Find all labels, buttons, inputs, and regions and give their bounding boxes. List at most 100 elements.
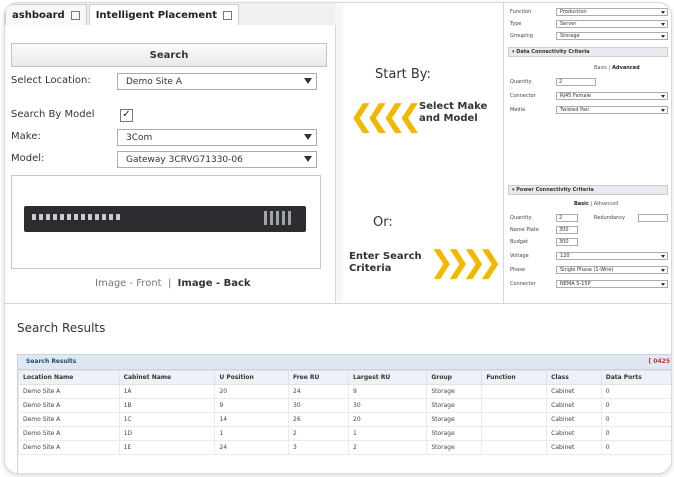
model-select[interactable]: Gateway 3CRVG71330-06 [117, 151, 317, 168]
enter-criteria-line1: Enter Search [349, 251, 422, 262]
model-label: Model: [11, 153, 45, 164]
results-grid: Search Results [ 0425 Location Name Cabi… [17, 354, 671, 473]
table-cell: 0 [600, 426, 671, 441]
table-cell: Storage [426, 426, 483, 441]
data-quantity-input[interactable]: 2 [556, 78, 596, 86]
column-header[interactable]: Free RU [288, 370, 349, 385]
column-header[interactable]: Data Ports [600, 370, 671, 385]
power-basic-link[interactable]: Basic [574, 201, 589, 207]
image-separator: | [167, 278, 172, 289]
table-cell: 0 [600, 440, 671, 455]
table-cell: Storage [426, 440, 483, 455]
location-value: Demo Site A [126, 76, 182, 87]
data-basic-link[interactable]: Basic [594, 65, 607, 71]
location-select[interactable]: Demo Site A [117, 73, 317, 90]
chevron-down-icon [661, 283, 665, 286]
search-panel: Search Select Location: Demo Site A Sear… [5, 25, 336, 303]
model-value: Gateway 3CRVG71330-06 [126, 154, 243, 165]
function-value: Production [560, 9, 587, 15]
or-heading: Or: [373, 215, 393, 230]
chevron-down-icon [661, 23, 665, 26]
table-cell [481, 384, 548, 399]
column-header[interactable]: Location Name [18, 370, 120, 385]
table-cell: Cabinet [546, 440, 602, 455]
device-front-image [24, 206, 306, 232]
phase-select[interactable]: Single Phase (1-Wire) [556, 266, 668, 274]
chevron-down-icon [661, 95, 665, 98]
chevron-down-icon [304, 134, 312, 140]
table-cell: Demo Site A [18, 398, 120, 413]
search-button[interactable]: Search [11, 43, 327, 67]
chevron-down-icon [304, 156, 312, 162]
table-row[interactable]: Demo Site A 1B 9 30 30 Storage Cabinet 0 [18, 398, 671, 413]
table-cell: 9 [214, 398, 289, 413]
table-cell: 1A [118, 384, 216, 399]
power-advanced-link[interactable]: Advanced [594, 201, 619, 207]
image-toggle: Image - Front | Image - Back [95, 278, 251, 289]
table-cell: Storage [426, 384, 483, 399]
data-connector-value: RJ45 Female [560, 93, 591, 99]
results-table: Location Name Cabinet Name U Position Fr… [18, 370, 671, 455]
table-cell: 20 [214, 384, 289, 399]
voltage-select[interactable]: 120 [556, 252, 668, 260]
make-value: 3Com [126, 132, 153, 143]
column-header[interactable]: Cabinet Name [118, 370, 216, 385]
table-row[interactable]: Demo Site A 1E 24 3 2 Storage Cabinet 0 [18, 440, 671, 455]
media-select[interactable]: Twisted Pair [556, 106, 668, 114]
search-by-model-checkbox[interactable]: ✓ [120, 109, 133, 122]
tab-intelligent-placement-label: Intelligent Placement [95, 9, 218, 21]
chevron-down-icon [661, 35, 665, 38]
results-grid-title: Search Results [26, 358, 77, 365]
column-header[interactable]: Group [426, 370, 483, 385]
grouping-select[interactable]: Storage [556, 32, 668, 40]
data-connectivity-header[interactable]: ▾ Data Connectivity Criteria [508, 47, 668, 57]
column-header[interactable]: Class [546, 370, 602, 385]
tab-close-icon[interactable] [223, 10, 233, 20]
chevron-down-icon [661, 255, 665, 258]
column-header[interactable]: Largest RU [347, 370, 428, 385]
make-label: Make: [11, 131, 41, 142]
table-row[interactable]: Demo Site A 1C 14 26 20 Storage Cabinet … [18, 412, 671, 427]
power-connectivity-header[interactable]: ▾ Power Connectivity Criteria [508, 185, 668, 195]
results-count: [ 0425 [648, 358, 670, 365]
start-by-heading: Start By: [375, 67, 431, 82]
data-connector-label: Connector [510, 93, 536, 99]
table-cell: Storage [426, 412, 483, 427]
enter-criteria-hint: Enter Search Criteria [349, 251, 422, 275]
power-quantity-input[interactable]: 2 [556, 214, 578, 222]
power-connector-value: NEMA 5-15P [560, 281, 591, 287]
select-make-line1: Select Make [419, 101, 488, 112]
tab-dashboard-label: ashboard [12, 9, 65, 21]
image-front-link[interactable]: Image - Front [95, 278, 162, 289]
budget-input[interactable]: 300 [556, 238, 578, 246]
nameplate-input[interactable]: 300 [556, 226, 578, 234]
type-select[interactable]: Server [556, 20, 668, 28]
table-cell: 30 [347, 398, 428, 413]
power-connector-select[interactable]: NEMA 5-15P [556, 280, 668, 288]
media-label: Media [510, 107, 526, 113]
phase-label: Phase [510, 267, 525, 273]
image-back-link[interactable]: Image - Back [178, 278, 251, 289]
table-row[interactable]: Demo Site A 1A 20 24 9 Storage Cabinet 0 [18, 384, 671, 399]
chevron-down-icon [661, 11, 665, 14]
data-connector-select[interactable]: RJ45 Female [556, 92, 668, 100]
table-cell [481, 398, 548, 413]
make-select[interactable]: 3Com [117, 129, 317, 146]
function-select[interactable]: Production [556, 8, 668, 16]
column-header[interactable]: Function [481, 370, 548, 385]
tab-intelligent-placement[interactable]: Intelligent Placement [88, 4, 240, 25]
table-cell: 0 [600, 412, 671, 427]
criteria-panel: Function Production Type Server Grouping… [503, 3, 671, 303]
voltage-label: Voltage [510, 253, 529, 259]
table-cell: 1C [118, 412, 216, 427]
device-ports-right [264, 211, 294, 225]
tab-close-icon[interactable] [70, 10, 80, 20]
table-cell [481, 440, 548, 455]
column-header[interactable]: U Position [214, 370, 289, 385]
tab-dashboard[interactable]: ashboard [5, 4, 87, 25]
table-row[interactable]: Demo Site A 1D 1 2 1 Storage Cabinet 0 [18, 426, 671, 441]
phase-value: Single Phase (1-Wire) [560, 267, 614, 273]
redundancy-input[interactable] [638, 214, 668, 222]
data-advanced-link[interactable]: Advanced [612, 65, 640, 71]
enter-criteria-line2: Criteria [349, 263, 392, 274]
